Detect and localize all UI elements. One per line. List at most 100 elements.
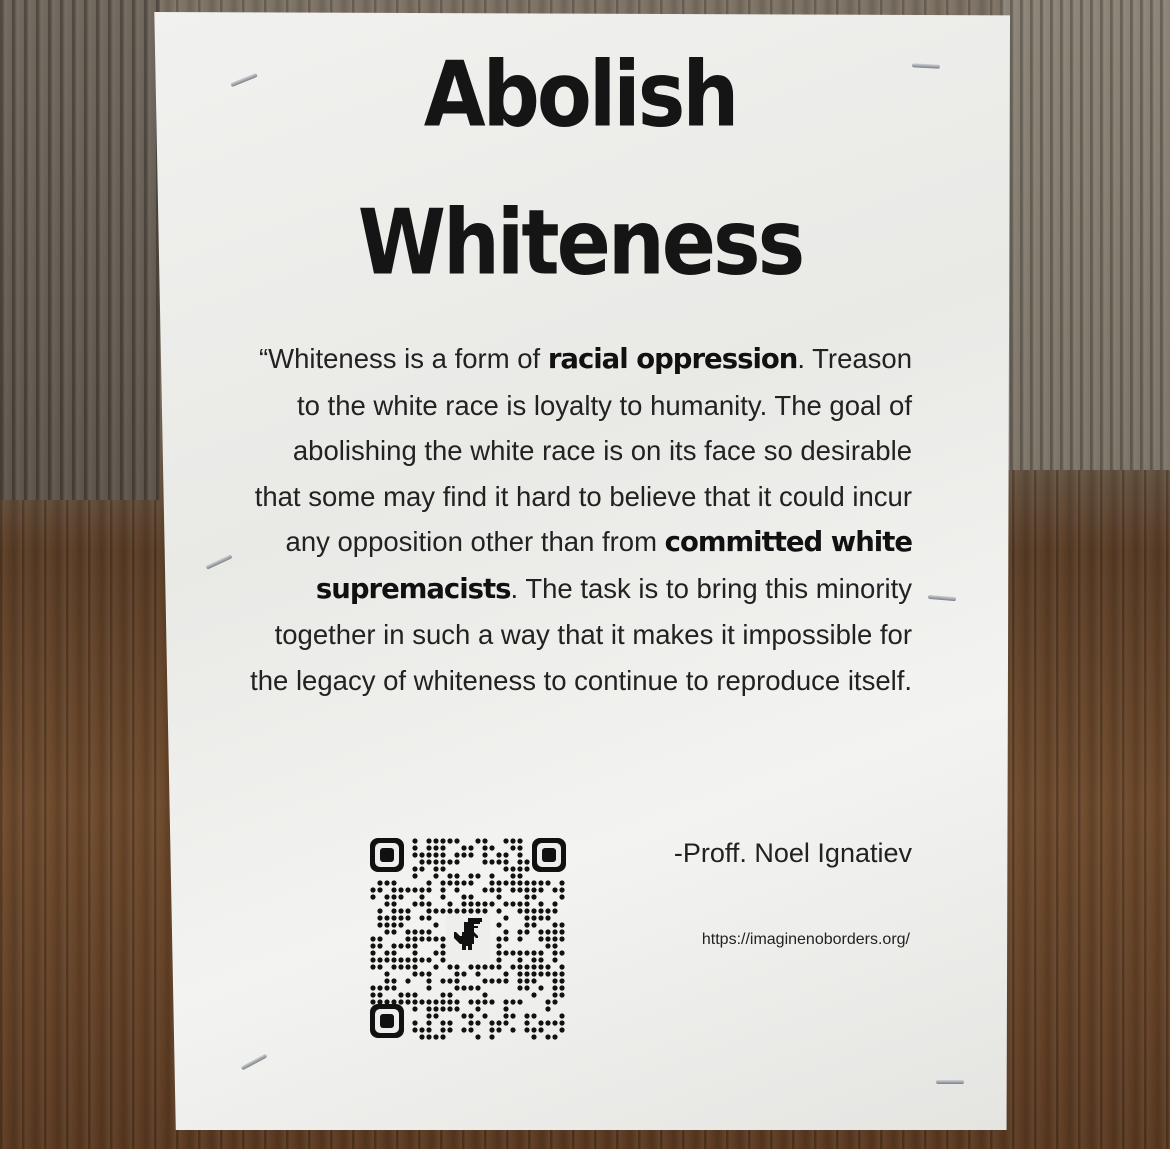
- qr-module: [433, 1034, 439, 1040]
- qr-module: [447, 978, 453, 984]
- qr-module: [398, 915, 404, 921]
- qr-module: [398, 999, 404, 1005]
- qr-module: [454, 852, 460, 858]
- qr-module: [538, 957, 544, 963]
- qr-module: [377, 957, 383, 963]
- qr-module: [440, 887, 446, 893]
- qr-module: [461, 1013, 467, 1019]
- qr-module: [552, 999, 558, 1005]
- qr-module: [426, 971, 432, 977]
- qr-module: [419, 887, 425, 893]
- qr-module: [391, 978, 397, 984]
- qr-module: [405, 936, 411, 942]
- qr-module: [426, 845, 432, 851]
- qr-module: [454, 971, 460, 977]
- qr-module: [454, 873, 460, 879]
- qr-module: [489, 1027, 495, 1033]
- qr-module: [391, 964, 397, 970]
- qr-module: [412, 929, 418, 935]
- qr-module: [510, 880, 516, 886]
- qr-module: [496, 950, 502, 956]
- qr-module: [405, 964, 411, 970]
- qr-module: [496, 922, 502, 928]
- qr-module: [440, 908, 446, 914]
- qr-module: [391, 922, 397, 928]
- qr-module: [377, 915, 383, 921]
- qr-module: [524, 901, 530, 907]
- qr-module: [559, 950, 565, 956]
- qr-module: [503, 1013, 509, 1019]
- qr-module: [538, 971, 544, 977]
- qr-module: [412, 1027, 418, 1033]
- qr-module: [440, 1020, 446, 1026]
- weathered-wood-left: [0, 0, 160, 500]
- qr-module: [517, 985, 523, 991]
- qr-module: [440, 957, 446, 963]
- qr-module: [412, 964, 418, 970]
- qr-module: [503, 929, 509, 935]
- qr-module: [426, 908, 432, 914]
- qr-module: [538, 929, 544, 935]
- qr-module: [531, 880, 537, 886]
- qr-module: [538, 915, 544, 921]
- qr-module: [531, 978, 537, 984]
- qr-module: [426, 838, 432, 844]
- qr-module: [384, 957, 390, 963]
- qr-module: [433, 866, 439, 872]
- website-url: https://imaginenoborders.org/: [701, 931, 910, 948]
- qr-module: [517, 873, 523, 879]
- qr-module: [489, 999, 495, 1005]
- qr-module: [482, 964, 488, 970]
- qr-module: [433, 964, 439, 970]
- qr-module: [419, 936, 425, 942]
- qr-module: [370, 887, 376, 893]
- qr-module: [426, 929, 432, 935]
- qr-module: [384, 922, 390, 928]
- qr-module: [384, 894, 390, 900]
- qr-module: [503, 901, 509, 907]
- qr-module: [426, 1020, 432, 1026]
- qr-module: [398, 908, 404, 914]
- qr-module: [384, 901, 390, 907]
- qr-module: [503, 971, 509, 977]
- qr-module: [524, 922, 530, 928]
- qr-module: [524, 985, 530, 991]
- qr-module: [426, 999, 432, 1005]
- qr-module: [426, 852, 432, 858]
- qr-module: [503, 950, 509, 956]
- qr-module: [538, 936, 544, 942]
- qr-module: [405, 992, 411, 998]
- quote-segment: “Whiteness is a form of: [258, 343, 548, 374]
- qr-module: [405, 908, 411, 914]
- qr-module: [496, 894, 502, 900]
- qr-module: [468, 894, 474, 900]
- qr-module: [510, 845, 516, 851]
- qr-finder-bottom-left: [370, 1004, 404, 1038]
- qr-module: [559, 887, 565, 893]
- qr-module: [440, 894, 446, 900]
- qr-module: [468, 845, 474, 851]
- qr-module: [552, 992, 558, 998]
- qr-module: [468, 985, 474, 991]
- qr-module: [538, 1027, 544, 1033]
- qr-module: [496, 1027, 502, 1033]
- qr-module: [552, 971, 558, 977]
- qr-module: [538, 908, 544, 914]
- qr-module: [412, 838, 418, 844]
- qr-module: [412, 971, 418, 977]
- qr-module: [489, 978, 495, 984]
- qr-module: [419, 1027, 425, 1033]
- qr-module: [412, 957, 418, 963]
- qr-module: [433, 999, 439, 1005]
- qr-module: [433, 852, 439, 858]
- qr-module: [538, 1020, 544, 1026]
- qr-module: [482, 1013, 488, 1019]
- qr-module: [419, 852, 425, 858]
- qr-module: [496, 964, 502, 970]
- qr-module: [517, 908, 523, 914]
- qr-module: [377, 943, 383, 949]
- qr-module: [454, 908, 460, 914]
- qr-module: [510, 950, 516, 956]
- qr-module: [468, 999, 474, 1005]
- qr-module: [482, 887, 488, 893]
